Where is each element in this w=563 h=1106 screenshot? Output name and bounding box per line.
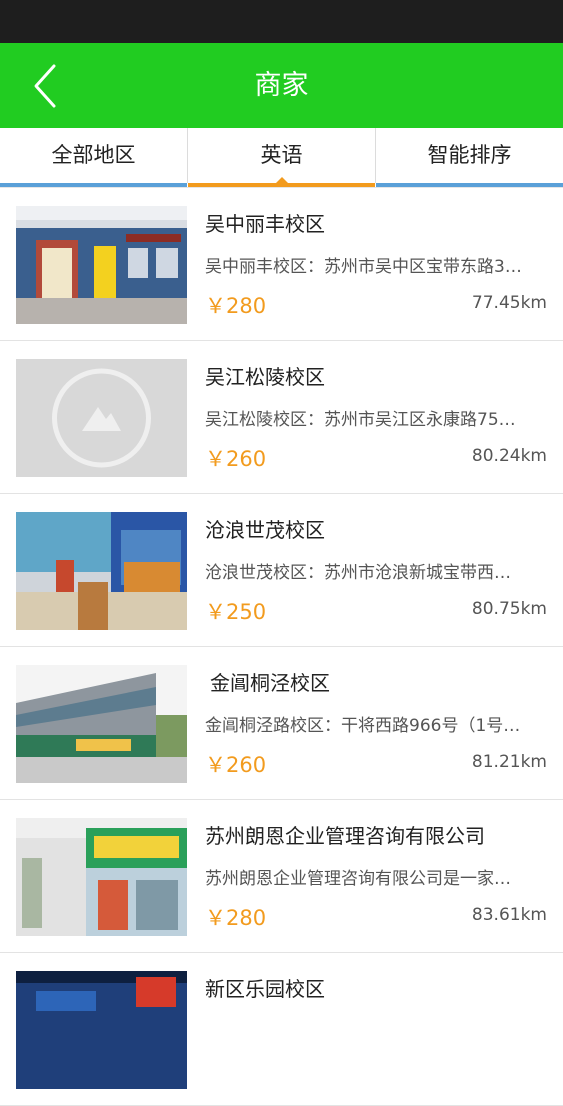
filter-tab-label: 智能排序: [427, 143, 512, 167]
merchant-title: 沧浪世茂校区: [205, 518, 325, 542]
merchant-desc: 吴江松陵校区：苏州市吴江区永康路75…: [205, 410, 516, 430]
merchant-distance: 80.75km: [471, 599, 547, 619]
merchant-desc: 吴中丽丰校区：苏州市吴中区宝带东路3…: [205, 257, 522, 277]
merchant-item[interactable]: 金阊桐泾校区 金阊桐泾路校区：干将西路966号（1号… ￥260 81.21km: [0, 647, 563, 800]
filter-tab-label: 全部地区: [51, 143, 136, 167]
merchant-price: ￥280: [205, 294, 267, 318]
nav-bar: 商家: [0, 43, 563, 128]
building-photo: [16, 818, 187, 936]
merchant-title: 吴江松陵校区: [205, 365, 325, 389]
merchant-item[interactable]: 吴江松陵校区 吴江松陵校区：苏州市吴江区永康路75… ￥260 80.24km: [0, 341, 563, 494]
merchant-price: ￥250: [205, 600, 267, 624]
back-button[interactable]: [22, 61, 72, 111]
building-photo: [16, 665, 187, 783]
active-caret-icon: [274, 177, 289, 184]
merchant-price: ￥260: [205, 447, 267, 471]
merchant-item[interactable]: 吴中丽丰校区 吴中丽丰校区：苏州市吴中区宝带东路3… ￥280 77.45km: [0, 188, 563, 341]
merchant-distance: 81.21km: [471, 752, 547, 772]
chevron-left-icon: [34, 64, 56, 108]
merchant-desc: 苏州朗恩企业管理咨询有限公司是一家…: [205, 869, 511, 889]
merchant-title: 吴中丽丰校区: [205, 212, 325, 236]
merchant-title: 苏州朗恩企业管理咨询有限公司: [205, 824, 485, 848]
merchant-distance: 80.24km: [471, 446, 547, 466]
filter-tab-region[interactable]: 全部地区: [0, 128, 187, 187]
filter-tab-category[interactable]: 英语: [188, 128, 375, 187]
tab-underline: [376, 183, 563, 187]
storefront-photo: [16, 206, 187, 324]
merchant-desc: 金阊桐泾路校区：干将西路966号（1号…: [205, 716, 521, 736]
merchant-title: 金阊桐泾校区: [210, 671, 330, 695]
page-title: 商家: [254, 70, 309, 101]
merchant-item[interactable]: 新区乐园校区: [0, 953, 563, 1106]
status-bar: [0, 0, 563, 43]
tab-underline: [0, 183, 187, 187]
merchant-list: 吴中丽丰校区 吴中丽丰校区：苏州市吴中区宝带东路3… ￥280 77.45km …: [0, 188, 563, 1106]
merchant-item[interactable]: 沧浪世茂校区 沧浪世茂校区：苏州市沧浪新城宝带西… ￥250 80.75km: [0, 494, 563, 647]
filter-tab-label: 英语: [260, 143, 303, 167]
merchant-desc: 沧浪世茂校区：苏州市沧浪新城宝带西…: [205, 563, 511, 583]
filter-tab-sort[interactable]: 智能排序: [376, 128, 563, 187]
merchant-price: ￥260: [205, 753, 267, 777]
merchant-distance: 83.61km: [471, 905, 547, 925]
storefront-photo: [16, 512, 187, 630]
merchant-distance: 77.45km: [471, 293, 547, 313]
storefront-photo: [16, 971, 187, 1089]
merchant-title: 新区乐园校区: [205, 977, 325, 1001]
merchant-item[interactable]: 苏州朗恩企业管理咨询有限公司 苏州朗恩企业管理咨询有限公司是一家… ￥280 8…: [0, 800, 563, 953]
merchant-price: ￥280: [205, 906, 267, 930]
filter-bar: 全部地区 英语 智能排序: [0, 128, 563, 188]
placeholder-image-icon: [16, 359, 187, 477]
